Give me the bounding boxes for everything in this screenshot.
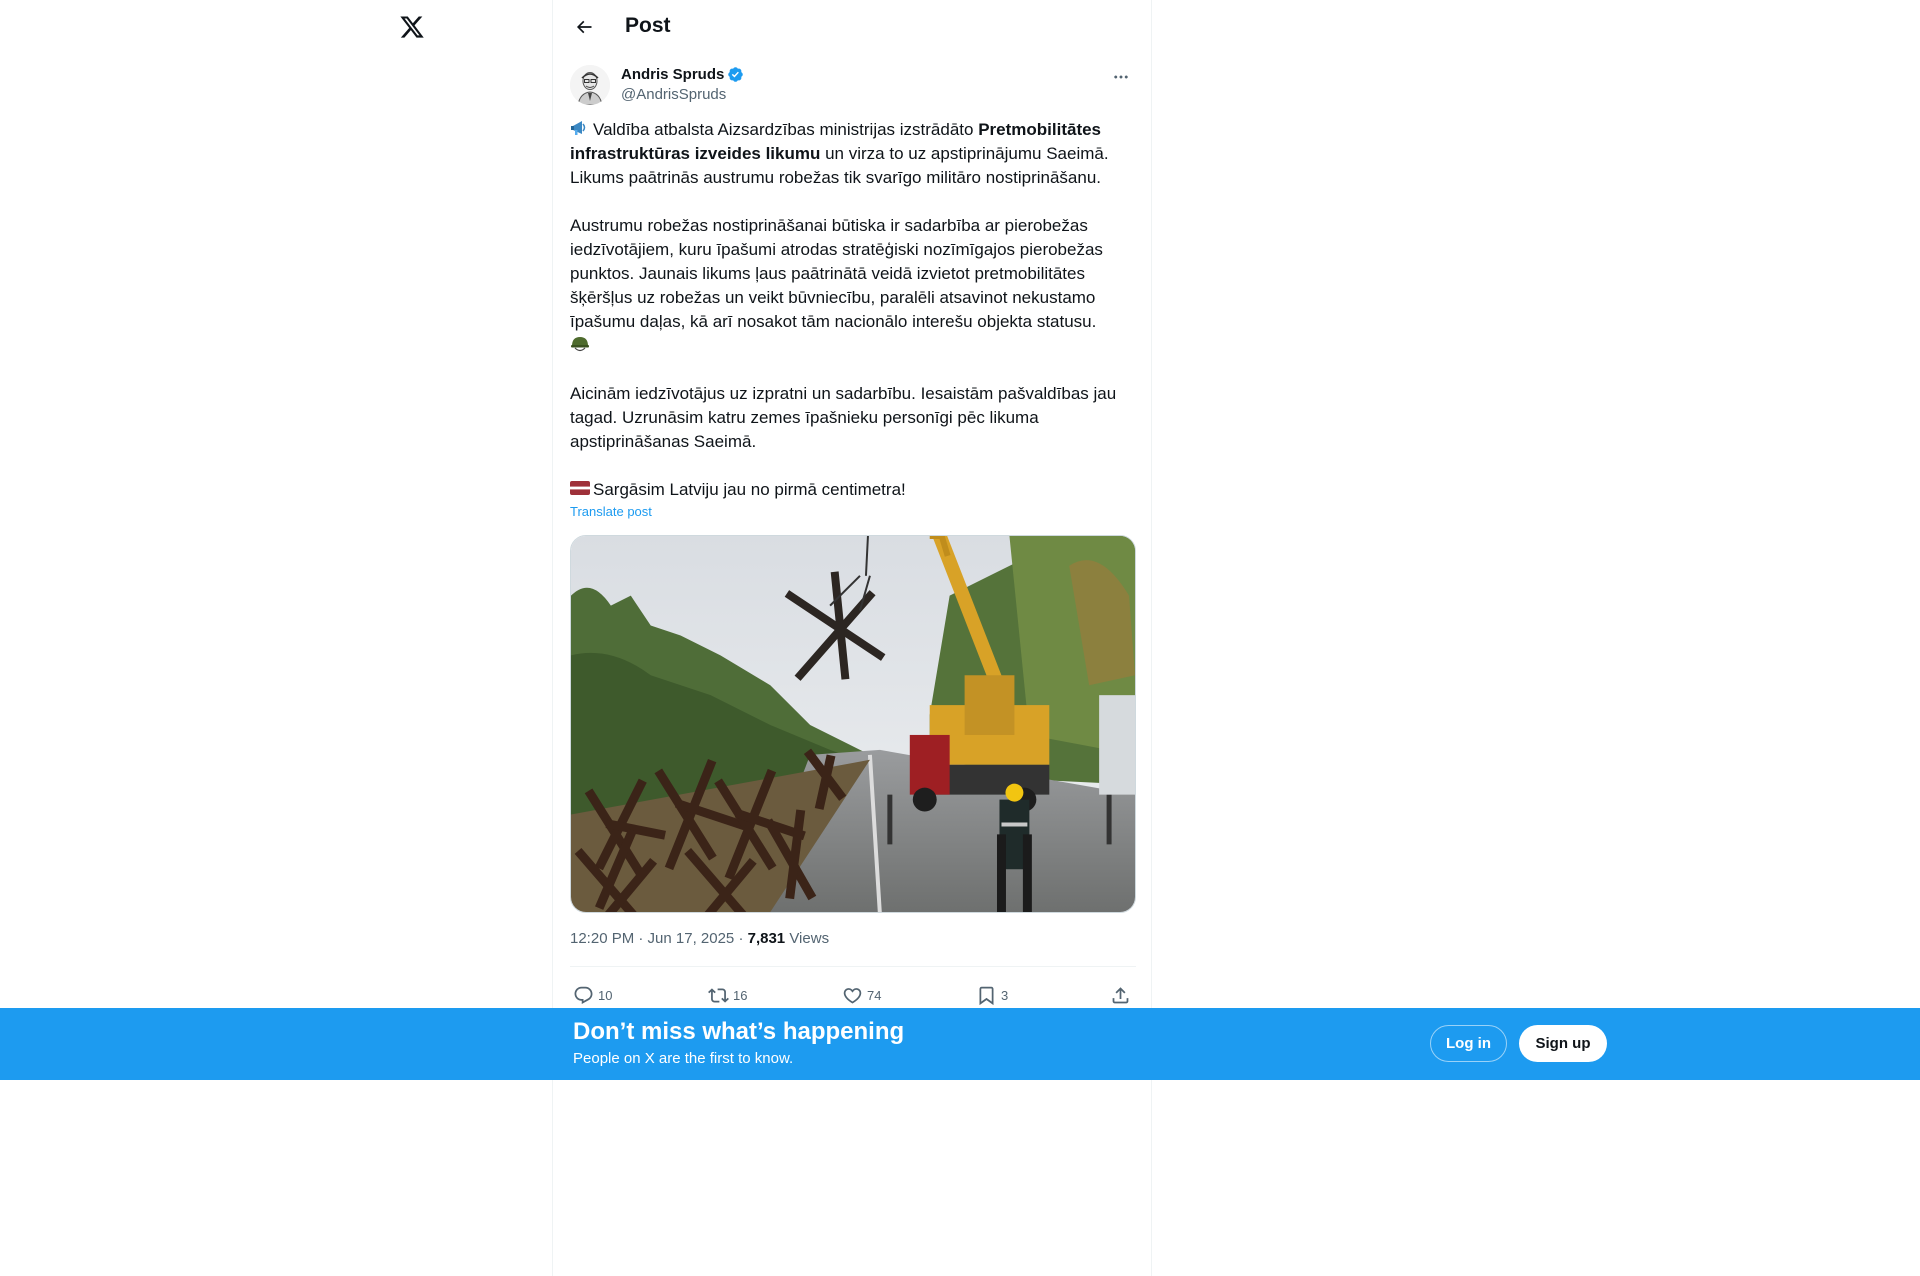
views-count: 7,831 [747, 930, 786, 947]
share-icon [1112, 986, 1129, 1003]
author-name[interactable]: Andris Spruds [621, 66, 744, 83]
views-label: Views [785, 930, 830, 947]
banner-title: Don’t miss what’s happening [573, 1018, 905, 1045]
post-paragraph-4: Sargāsim Latviju jau no pirmā centimetra… [570, 478, 1136, 502]
bookmark-count: 3 [1001, 987, 1009, 1003]
reply-icon [574, 986, 593, 1004]
paragraph-1-pre: Valdība atbalsta Aizsardzības ministrija… [593, 120, 979, 139]
post-paragraph-1: Valdība atbalsta Aizsardzības ministrija… [570, 118, 1136, 190]
post-article: Andris Spruds @AndrisSpruds Valdība atba… [570, 62, 1136, 1005]
repost-count: 16 [733, 987, 748, 1003]
author-row: Andris Spruds @AndrisSpruds [570, 62, 1136, 108]
reply-count: 10 [598, 987, 613, 1003]
verified-badge-icon [728, 67, 744, 82]
primary-column: Post Andris Spruds @AndrisSpruds Valdība… [552, 0, 1152, 1276]
signup-banner: Don’t miss what’s happening People on X … [0, 1008, 1920, 1080]
paragraph-2-text: Austrumu robežas nostiprināšanai būtiska… [570, 216, 1103, 331]
back-arrow-icon [576, 20, 592, 34]
banner-subtitle: People on X are the first to know. [573, 1050, 794, 1067]
megaphone-emoji-icon [571, 121, 586, 135]
military-helmet-emoji-icon [571, 337, 589, 352]
more-icon [1114, 75, 1128, 79]
post-text: Valdība atbalsta Aizsardzības ministrija… [570, 118, 1136, 502]
x-logo-icon[interactable] [399, 14, 425, 40]
paragraph-4-text: Sargāsim Latviju jau no pirmā centimetra… [593, 480, 906, 499]
repost-icon [708, 987, 729, 1003]
divider [570, 966, 1136, 967]
page-title: Post [625, 14, 671, 37]
post-image[interactable] [570, 535, 1136, 913]
bookmark-icon [979, 986, 994, 1005]
post-paragraph-2: Austrumu robežas nostiprināšanai būtiska… [570, 214, 1136, 358]
signup-button[interactable]: Sign up [1519, 1025, 1607, 1062]
like-count: 74 [867, 987, 882, 1003]
translate-post-link[interactable]: Translate post [570, 504, 652, 519]
back-button[interactable] [567, 10, 601, 44]
post-paragraph-3: Aicinām iedzīvotājus uz izpratni un sada… [570, 384, 1117, 451]
post-meta: 12:20 PM · Jun 17, 2025 · 7,831 Views [570, 930, 829, 947]
page-header: Post [553, 0, 1151, 53]
post-timestamp[interactable]: 12:20 PM · Jun 17, 2025 · [570, 930, 748, 947]
author-handle[interactable]: @AndrisSpruds [621, 86, 726, 103]
author-name-text: Andris Spruds [621, 66, 725, 83]
latvia-flag-emoji-icon [570, 481, 590, 495]
like-icon [843, 987, 862, 1004]
avatar[interactable] [570, 65, 610, 105]
login-button[interactable]: Log in [1430, 1025, 1507, 1062]
more-button[interactable] [1106, 62, 1136, 92]
